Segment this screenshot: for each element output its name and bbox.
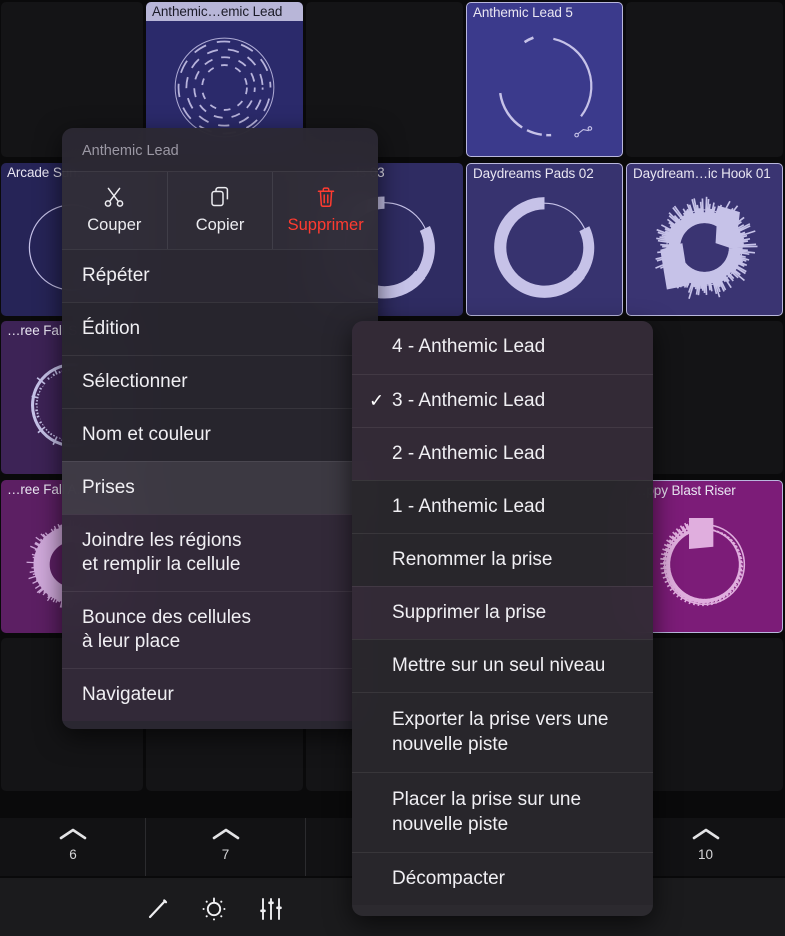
submenu-item-label: Supprimer la prise [392,601,547,623]
trash-icon [273,185,378,213]
context-menu-action-row: Couper Copier Supprimer [62,171,378,249]
pencil-icon[interactable] [141,892,175,926]
scene-number: 7 [221,847,230,862]
takes-submenu[interactable]: 4 - Anthemic Lead ✓ 3 - Anthemic Lead 2 - A… [352,321,653,916]
submenu-item-d-compacter[interactable]: Décompacter [352,852,653,905]
menu-item-r-p-ter[interactable]: Répéter [62,249,378,302]
menu-item-s-lectionner[interactable]: Sélectionner [62,355,378,408]
action-label: Supprimer [287,216,364,234]
submenu-item-label: Renommer la prise [392,548,553,570]
brightness-icon[interactable] [197,892,231,926]
context-menu-title: Anthemic Lead [82,143,179,159]
scene-trigger-7[interactable]: 7 [146,818,306,876]
menu-item-joindre-les-r-gions[interactable]: Joindre les régions et remplir la cellul… [62,514,378,591]
menu-item-label: Navigateur [82,683,174,705]
takes-submenu-items: 4 - Anthemic Lead ✓ 3 - Anthemic Lead 2 - A… [352,321,653,905]
chevron-up-icon [146,827,305,841]
action-label: Couper [87,216,142,234]
scene-number: 6 [69,847,77,862]
cell-clip[interactable]: Daydreams Pads 02 [466,163,623,316]
submenu-item-placer-la-prise-sur-une[interactable]: Placer la prise sur une nouvelle piste [352,772,653,852]
take-option-label: 2 - Anthemic Lead [392,442,546,464]
waveform-icon [467,180,622,315]
scissors-icon [62,185,167,213]
submenu-item-label: Exporter la prise vers une nouvelle pist… [392,709,609,755]
menu-item-label: Nom et couleur [82,423,211,445]
scene-trigger-6[interactable]: 6 [1,818,146,876]
submenu-item-label: Placer la prise sur une nouvelle piste [392,789,582,835]
sliders-icon[interactable] [254,892,288,926]
delete-button[interactable]: Supprimer [273,172,378,249]
copy-button[interactable]: Copier [168,172,274,249]
submenu-item-label: Mettre sur un seul niveau [392,654,606,676]
menu-item-navigateur[interactable]: Navigateur [62,668,378,721]
copy-icon [168,185,273,213]
menu-item-label: Édition [82,317,141,339]
take-option-1[interactable]: 1 - Anthemic Lead [352,480,653,533]
take-option-label: 1 - Anthemic Lead [392,495,546,517]
submenu-item-supprimer-la-prise[interactable]: Supprimer la prise [352,586,653,639]
menu-item-label: Bounce des cellules à leur place [82,606,251,652]
menu-item-label: Répéter [82,264,150,286]
menu-item-label: Sélectionner [82,370,188,392]
menu-item-dition[interactable]: Édition [62,302,378,355]
submenu-item-renommer-la-prise[interactable]: Renommer la prise [352,533,653,586]
cut-button[interactable]: Couper [62,172,168,249]
menu-item-nom-et-couleur[interactable]: Nom et couleur [62,408,378,461]
take-option-2[interactable]: 2 - Anthemic Lead [352,427,653,480]
take-option-4[interactable]: 4 - Anthemic Lead [352,321,653,374]
take-option-3[interactable]: ✓ 3 - Anthemic Lead [352,374,653,427]
cell-clip[interactable]: Daydream…ic Hook 01 [626,163,783,316]
context-menu-items: Répéter Édition Sélectionner Nom et couleur… [62,249,378,721]
checkmark-icon: ✓ [369,390,385,411]
menu-item-bounce-des-cellules[interactable]: Bounce des cellules à leur place [62,591,378,668]
submenu-item-exporter-la-prise-vers-une[interactable]: Exporter la prise vers une nouvelle pist… [352,692,653,772]
waveform-icon [627,180,782,315]
action-label: Copier [195,216,245,234]
menu-item-prises[interactable]: Prises [62,461,378,514]
cell-grid-screen: Anthemic…emic Lead Anthemic Lead 5 Arcade … [0,0,785,936]
waveform-icon [467,19,622,156]
submenu-item-label: Décompacter [392,867,505,889]
take-option-label: 4 - Anthemic Lead [392,336,546,358]
context-menu[interactable]: Anthemic Lead Couper Copier Supprimer Répé… [62,128,378,729]
menu-item-label: Prises [82,476,135,498]
take-option-label: 3 - Anthemic Lead [392,389,546,411]
cell-empty[interactable] [626,2,783,157]
chevron-up-icon [1,827,145,841]
menu-item-label: Joindre les régions et remplir la cellul… [82,529,242,575]
submenu-item-mettre-sur-un-seul-niveau[interactable]: Mettre sur un seul niveau [352,639,653,692]
cell-clip[interactable]: Anthemic Lead 5 [466,2,623,157]
